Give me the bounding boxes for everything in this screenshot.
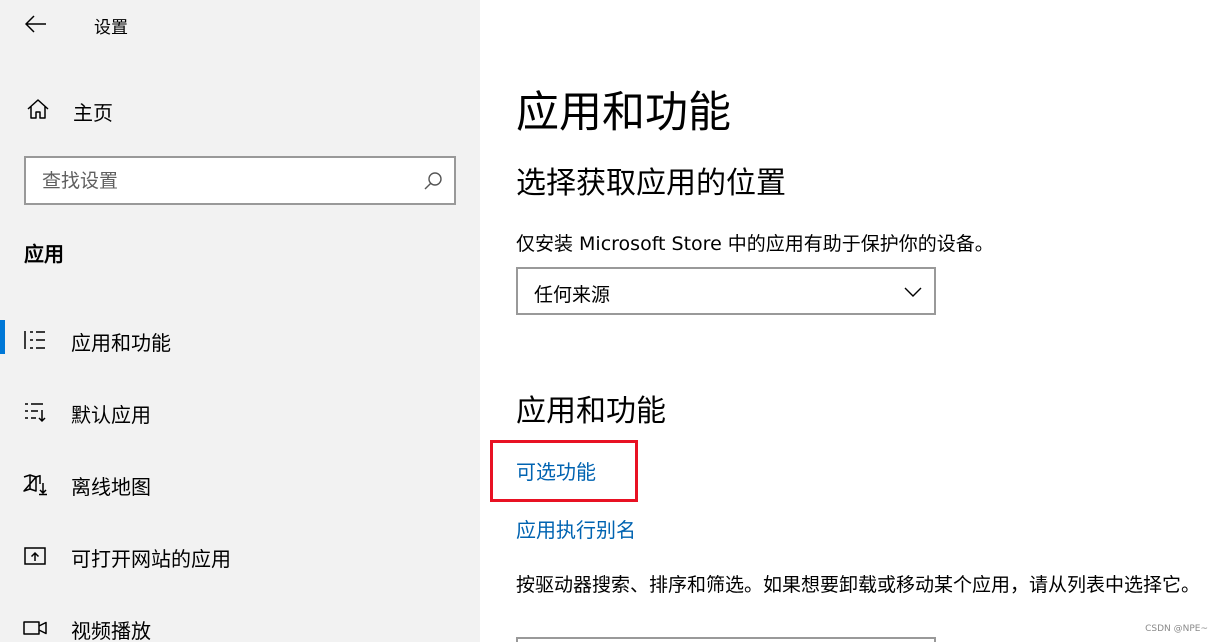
sidebar-section-heading: 应用: [24, 242, 64, 266]
sidebar-item-label: 离线地图: [71, 475, 151, 499]
sidebar-item-label: 视频播放: [71, 619, 151, 642]
sidebar-item-video-playback[interactable]: 视频播放: [0, 604, 480, 642]
page-title: 应用和功能: [516, 88, 731, 138]
sidebar-item-home[interactable]: 主页: [0, 86, 480, 132]
main-content: 应用和功能 选择获取应用的位置 仅安装 Microsoft Store 中的应用…: [480, 0, 1222, 642]
chevron-down-icon: [904, 287, 922, 297]
open-web-icon: [24, 547, 46, 565]
choose-source-description: 仅安装 Microsoft Store 中的应用有助于保护你的设备。: [516, 233, 994, 255]
home-label: 主页: [73, 101, 113, 125]
optional-features-link[interactable]: 可选功能: [516, 456, 596, 485]
choose-source-heading: 选择获取应用的位置: [516, 166, 786, 201]
video-icon: [23, 621, 47, 635]
app-execution-aliases-link[interactable]: 应用执行别名: [516, 514, 636, 543]
sidebar-item-apps-features[interactable]: 应用和功能: [0, 316, 480, 364]
search-icon[interactable]: [422, 170, 444, 192]
home-icon: [27, 99, 49, 119]
back-button[interactable]: [20, 8, 52, 40]
sidebar-item-label: 可打开网站的应用: [71, 547, 231, 571]
default-apps-icon: [25, 403, 46, 423]
search-field-partial[interactable]: [516, 637, 936, 642]
apps-features-heading: 应用和功能: [516, 394, 666, 429]
search-description: 按驱动器搜索、排序和筛选。如果想要卸载或移动某个应用，请从列表中选择它。: [516, 574, 1201, 596]
source-dropdown-value: 任何来源: [534, 284, 611, 306]
watermark: CSDN @NPE~: [1145, 624, 1208, 634]
sidebar-item-label: 默认应用: [71, 403, 151, 427]
map-download-icon: [23, 474, 47, 496]
window-title: 设置: [94, 18, 128, 38]
search-input[interactable]: [26, 158, 406, 203]
sidebar: 设置 主页 应用 应用和功能 默认应用: [0, 0, 480, 642]
sidebar-item-label: 应用和功能: [71, 331, 171, 355]
sidebar-item-apps-for-websites[interactable]: 可打开网站的应用: [0, 532, 480, 580]
source-dropdown[interactable]: 任何来源: [516, 267, 936, 315]
search-box: [24, 156, 456, 205]
list-icon: [24, 331, 45, 349]
back-arrow-icon: [25, 15, 46, 33]
sidebar-item-default-apps[interactable]: 默认应用: [0, 388, 480, 436]
sidebar-item-offline-maps[interactable]: 离线地图: [0, 460, 480, 508]
